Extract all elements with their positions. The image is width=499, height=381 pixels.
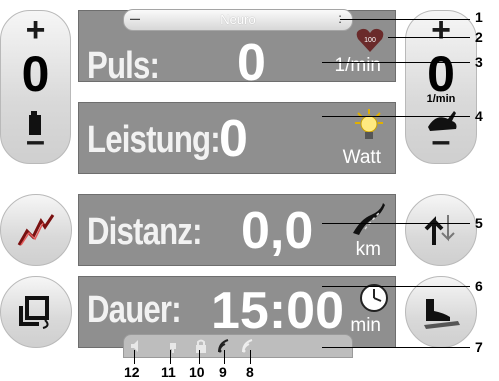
leistung-unit: Watt — [342, 147, 381, 168]
left-value: 0 — [21, 46, 50, 102]
lightbulb-icon — [353, 109, 385, 148]
puls-value: 0 — [237, 34, 266, 82]
puls-unit: 1/min — [334, 55, 381, 76]
dauer-label: Dauer: — [87, 289, 182, 331]
lock-icon — [194, 339, 208, 358]
callout-line-9 — [224, 350, 225, 364]
direction-button[interactable] — [405, 194, 477, 266]
mode-plus-button[interactable]: : — [338, 10, 342, 26]
callout-5: 5 — [475, 215, 483, 231]
plug-icon — [166, 339, 180, 358]
svg-text:100: 100 — [364, 37, 376, 44]
callout-1: 1 — [475, 9, 483, 25]
right-minus-button[interactable]: – — [406, 122, 476, 161]
distanz-panel: Distanz: 0,0 km — [78, 194, 396, 266]
callout-line-10 — [199, 350, 200, 364]
callout-8: 8 — [246, 364, 254, 380]
callout-6: 6 — [475, 278, 483, 294]
distanz-label: Distanz: — [87, 211, 202, 253]
graph-button[interactable] — [0, 194, 72, 266]
callout-9: 9 — [219, 364, 227, 380]
mode-name: Neuro — [220, 12, 256, 27]
direction-arrows-icon — [422, 211, 460, 254]
distanz-value: 0,0 — [241, 202, 314, 260]
left-minus-button[interactable]: – — [1, 122, 70, 161]
callout-line-12 — [134, 350, 135, 364]
callout-line-7 — [322, 347, 470, 348]
leistung-panel: Leistung: 0 Watt — [78, 102, 396, 174]
dauer-value: 15:00 — [211, 282, 344, 340]
puls-label: Puls: — [87, 45, 160, 82]
left-adjust-panel: + 0 – — [0, 10, 71, 164]
clock-icon — [359, 283, 389, 318]
leistung-value: 0 — [219, 110, 248, 168]
callout-line-8 — [250, 350, 251, 364]
signal-dark-icon — [218, 339, 234, 358]
leistung-label: Leistung: — [87, 119, 221, 161]
distanz-unit: km — [355, 239, 381, 260]
graph-icon — [17, 213, 55, 252]
right-unit: 1/min — [426, 93, 456, 105]
callout-line-3 — [322, 62, 470, 63]
foot-pedal-icon — [420, 295, 462, 334]
speaker-muted-icon — [130, 339, 144, 358]
callout-line-11 — [170, 350, 171, 364]
callout-2: 2 — [475, 29, 483, 45]
callout-7: 7 — [475, 339, 483, 355]
callout-line-6 — [322, 286, 470, 287]
callout-12: 12 — [124, 364, 140, 380]
callout-line-2 — [388, 37, 470, 38]
mode-selector[interactable]: – Neuro : — [123, 8, 353, 31]
callout-11: 11 — [161, 364, 176, 380]
heart-icon: 100 — [355, 27, 385, 58]
rotate-button[interactable] — [0, 276, 72, 348]
dauer-unit: min — [350, 315, 381, 336]
status-bar — [123, 334, 353, 358]
callout-line-1 — [340, 19, 470, 20]
rotate-icon — [17, 292, 55, 335]
callout-10: 10 — [189, 364, 205, 380]
callout-line-5 — [322, 223, 470, 224]
callout-4: 4 — [475, 108, 483, 124]
callout-line-4 — [322, 116, 470, 117]
right-adjust-panel: + 0 1/min – — [405, 10, 477, 164]
callout-3: 3 — [475, 54, 483, 70]
road-icon — [351, 201, 385, 240]
